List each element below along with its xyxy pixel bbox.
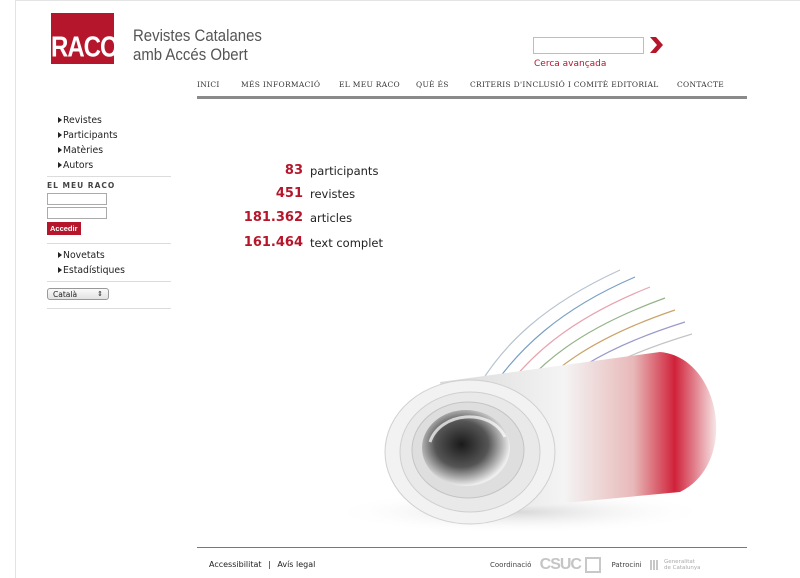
sidebar-item-label: Autors — [63, 160, 94, 171]
sidebar-item-label: Estadístiques — [63, 265, 125, 276]
accessibility-link[interactable]: Accessibilitat — [209, 560, 262, 569]
sidebar-item-label: Matèries — [63, 145, 104, 156]
triangle-right-icon — [58, 267, 62, 273]
rolled-magazine-image — [330, 269, 717, 534]
stat-value: 451 — [275, 186, 303, 201]
stat-revistes[interactable]: 451 — [160, 186, 303, 204]
login-heading: EL MEU RACO — [47, 181, 116, 190]
footer-rule — [197, 547, 747, 548]
username-field[interactable] — [47, 193, 107, 205]
nav-inici[interactable]: INICI — [197, 80, 220, 89]
triangle-right-icon — [58, 252, 62, 258]
triangle-right-icon — [58, 162, 62, 168]
logo-text: RACO — [51, 31, 119, 64]
login-button[interactable]: Accedir — [47, 222, 81, 235]
patronage-label: Patrocini — [611, 561, 642, 569]
sidebar-item-participants[interactable]: Participants — [47, 128, 171, 143]
sidebar-item-autors[interactable]: Autors — [47, 158, 171, 173]
stat-participants[interactable]: 83 — [160, 163, 303, 181]
sidebar-divider — [47, 176, 171, 177]
search-submit-button[interactable] — [648, 35, 664, 55]
stat-label[interactable]: text complet — [310, 236, 383, 250]
updown-arrow-icon: ⇕ — [97, 290, 103, 298]
sidebar-item-materies[interactable]: Matèries — [47, 143, 171, 158]
gencat-label: Generalitat de Catalunya — [664, 559, 701, 571]
stat-text-complet[interactable]: 161.464 — [160, 235, 303, 253]
triangle-right-icon — [58, 117, 62, 123]
language-selected: Català — [53, 290, 78, 299]
site-title-line2: amb Accés Obert — [133, 45, 248, 64]
footer-links: Accessibilitat | Avís legal — [209, 560, 315, 569]
sidebar-divider — [47, 281, 171, 282]
sidebar-divider — [47, 308, 171, 309]
bc-logo-icon[interactable] — [585, 557, 602, 573]
sidebar-item-label: Novetats — [63, 250, 105, 261]
triangle-right-icon — [58, 132, 62, 138]
main-nav: INICI MÉS INFORMACIÓ EL MEU RACO QUÈ ÉS … — [197, 78, 747, 99]
nav-criteris[interactable]: CRITERIS D'INCLUSIÓ I COMITÈ EDITORIAL — [470, 80, 659, 89]
footer-separator: | — [268, 560, 271, 569]
stat-value: 181.362 — [243, 210, 303, 225]
nav-que-es[interactable]: QUÈ ÉS — [416, 80, 449, 89]
gencat-line2: de Catalunya — [664, 565, 701, 571]
chevron-right-icon — [650, 37, 663, 53]
coordination-label: Coordinació — [490, 561, 532, 569]
stat-label[interactable]: articles — [310, 211, 352, 225]
search-input[interactable] — [533, 37, 644, 54]
site-title-line1: Revistes Catalanes — [133, 26, 262, 45]
gencat-logo-icon[interactable] — [649, 560, 659, 570]
footer-sponsors: Coordinació CSUC Patrocini Generalitat d… — [490, 556, 701, 574]
sidebar-item-estadistiques[interactable]: Estadístiques — [47, 263, 171, 278]
advanced-search-link[interactable]: Cerca avançada — [534, 59, 606, 69]
raco-logo[interactable]: RACO — [51, 13, 119, 64]
sidebar: Revistes Participants Matèries Autors EL… — [47, 113, 171, 313]
password-field[interactable] — [47, 207, 107, 219]
sidebar-item-label: Revistes — [63, 115, 102, 126]
stat-label[interactable]: participants — [310, 164, 378, 178]
nav-contacte[interactable]: CONTACTE — [677, 80, 724, 89]
csuc-logo[interactable]: CSUC — [540, 556, 582, 573]
sidebar-item-label: Participants — [63, 130, 118, 141]
site-title: Revistes Catalanes amb Accés Obert — [133, 26, 262, 64]
legal-notice-link[interactable]: Avís legal — [277, 560, 315, 569]
language-select[interactable]: Català ⇕ — [47, 288, 109, 300]
stat-label[interactable]: revistes — [310, 187, 355, 201]
nav-el-meu-raco[interactable]: EL MEU RACO — [339, 80, 400, 89]
sidebar-item-novetats[interactable]: Novetats — [47, 248, 171, 263]
stat-articles[interactable]: 181.362 — [160, 210, 303, 228]
stat-value: 83 — [284, 163, 303, 178]
sidebar-item-revistes[interactable]: Revistes — [47, 113, 171, 128]
nav-mes-informacio[interactable]: MÉS INFORMACIÓ — [241, 80, 320, 89]
stat-value: 161.464 — [243, 235, 303, 250]
sidebar-divider — [47, 243, 171, 244]
triangle-right-icon — [58, 147, 62, 153]
